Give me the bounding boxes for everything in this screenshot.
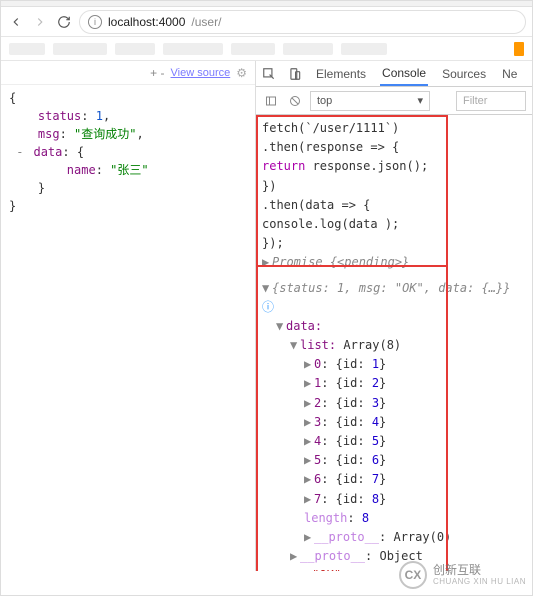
json-key-msg: msg <box>38 127 60 141</box>
json-key-data: data <box>33 145 62 159</box>
json-key-name: name <box>67 163 96 177</box>
reload-button[interactable] <box>55 13 73 31</box>
view-source-link[interactable]: View source <box>171 67 231 79</box>
back-button[interactable] <box>7 13 25 31</box>
list-item[interactable]: ▶3: {id: 4} <box>262 413 526 432</box>
url-host: localhost:4000 <box>108 15 185 29</box>
page-content: + - View source ⚙ { status: 1, msg: "查询成… <box>1 61 256 571</box>
device-icon[interactable] <box>288 67 302 81</box>
json-val-status: 1 <box>96 109 103 123</box>
result-summary[interactable]: ▼{status: 1, msg: "OK", data: {…}} ⓘ <box>262 279 526 317</box>
json-body: { status: 1, msg: "查询成功", - data: { name… <box>1 85 255 219</box>
list-item[interactable]: ▶2: {id: 3} <box>262 394 526 413</box>
forward-button[interactable] <box>31 13 49 31</box>
collapse-toggle[interactable]: - <box>16 143 26 161</box>
watermark-text: 创新互联 <box>433 564 526 577</box>
promise-row[interactable]: ▶Promise {<pending>} <box>262 253 526 272</box>
devtools-tabs: Elements Console Sources Ne <box>256 61 532 87</box>
list-item[interactable]: ▶6: {id: 7} <box>262 470 526 489</box>
arrow-left-icon <box>9 15 23 29</box>
list-item[interactable]: ▶5: {id: 6} <box>262 451 526 470</box>
json-toggle[interactable]: + - <box>150 66 164 80</box>
list-item[interactable]: ▶7: {id: 8} <box>262 490 526 509</box>
json-key-status: status <box>38 109 81 123</box>
list-item[interactable]: ▶4: {id: 5} <box>262 432 526 451</box>
arrow-right-icon <box>33 15 47 29</box>
list-item[interactable]: ▶0: {id: 1} <box>262 355 526 374</box>
code-line: fetch(`/user/1111`) <box>262 119 526 138</box>
console-toolbar: top ▾ Filter <box>256 87 532 115</box>
json-viewer-header: + - View source ⚙ <box>1 61 255 85</box>
result-data[interactable]: ▼data: <box>262 317 526 336</box>
console-output: fetch(`/user/1111`) .then(response => { … <box>256 115 532 571</box>
filter-input[interactable]: Filter <box>456 91 526 111</box>
watermark-logo: CX <box>399 561 427 589</box>
gear-icon[interactable]: ⚙ <box>236 66 247 80</box>
list-proto[interactable]: ▶__proto__: Array(0) <box>262 528 526 547</box>
list-length: length: 8 <box>262 509 526 528</box>
watermark: CX 创新互联 CHUANG XIN HU LIAN <box>399 561 526 589</box>
context-label: top <box>317 95 332 107</box>
code-line: console.log(data ); <box>262 215 526 234</box>
json-val-msg: "查询成功" <box>74 127 136 141</box>
tab-console[interactable]: Console <box>380 62 428 86</box>
code-line: .then(response => { <box>262 138 526 157</box>
clear-console-icon[interactable] <box>286 92 304 110</box>
reload-icon <box>57 15 71 29</box>
tab-network[interactable]: Ne <box>500 63 519 85</box>
bookmarks-bar <box>1 37 532 61</box>
code-line: return response.json(); <box>262 157 526 176</box>
code-line: }); <box>262 234 526 253</box>
address-bar[interactable]: i localhost:4000/user/ <box>79 10 526 34</box>
content-split: + - View source ⚙ { status: 1, msg: "查询成… <box>1 61 532 571</box>
browser-toolbar: i localhost:4000/user/ <box>1 7 532 37</box>
url-path: /user/ <box>191 15 221 29</box>
code-line: }) <box>262 177 526 196</box>
json-val-name: "张三" <box>110 163 148 177</box>
watermark-sub: CHUANG XIN HU LIAN <box>433 577 526 586</box>
chevron-down-icon: ▾ <box>417 94 423 107</box>
context-selector[interactable]: top ▾ <box>310 91 430 111</box>
sidebar-toggle-icon[interactable] <box>262 92 280 110</box>
site-info-icon[interactable]: i <box>88 15 102 29</box>
list-item[interactable]: ▶1: {id: 2} <box>262 374 526 393</box>
tab-sources[interactable]: Sources <box>440 63 488 85</box>
inspect-icon[interactable] <box>262 67 276 81</box>
code-line: .then(data => { <box>262 196 526 215</box>
result-list[interactable]: ▼list: Array(8) <box>262 336 526 355</box>
tab-elements[interactable]: Elements <box>314 63 368 85</box>
bookmark-overflow-icon[interactable] <box>514 42 524 56</box>
window: i localhost:4000/user/ + - View source ⚙… <box>0 0 533 596</box>
filter-placeholder: Filter <box>463 95 487 107</box>
devtools: Elements Console Sources Ne top ▾ Filter <box>256 61 532 571</box>
